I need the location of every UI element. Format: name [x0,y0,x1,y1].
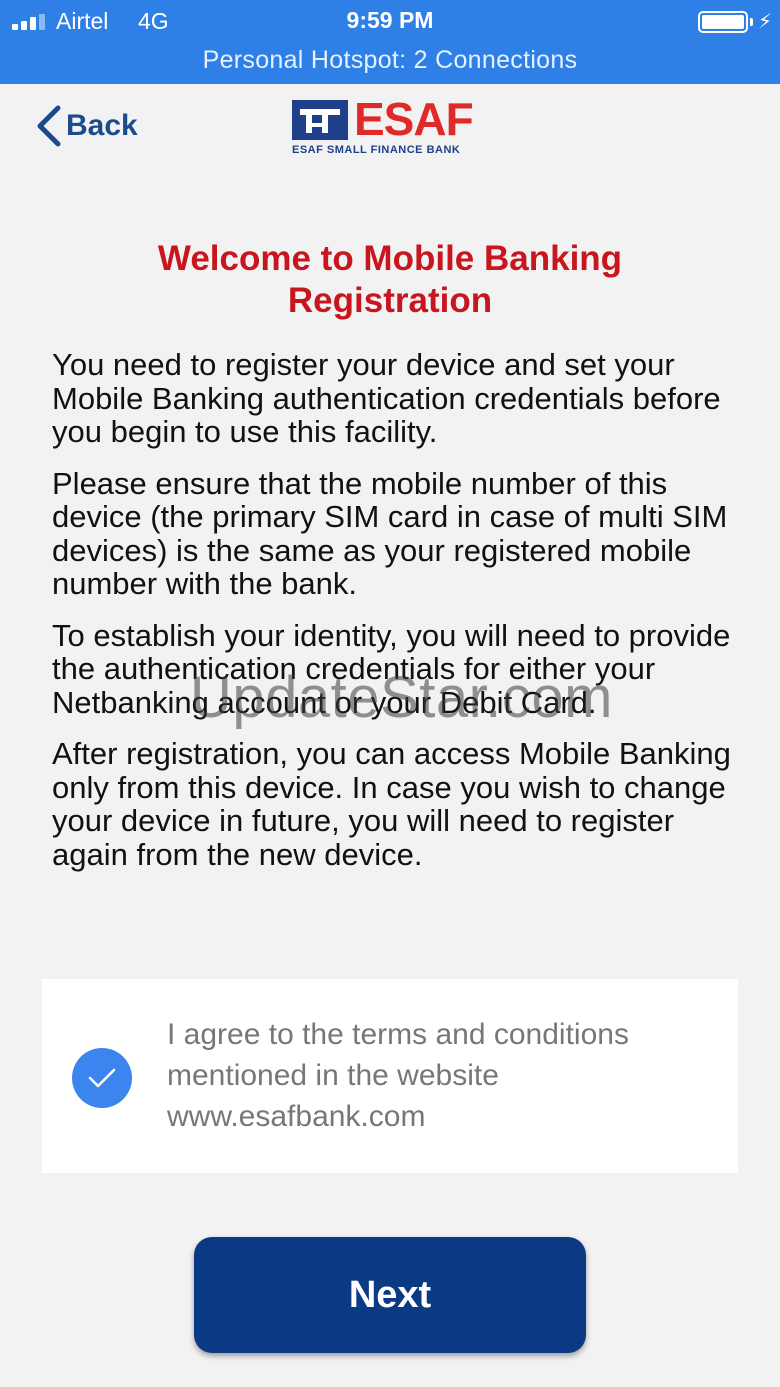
paragraph-device: After registration, you can access Mobil… [52,736,731,872]
battery-icon [698,11,748,33]
esaf-logo: ESAF ESAF SMALL FINANCE BANK [292,94,492,158]
paragraph-identity: To establish your identity, you will nee… [52,617,731,720]
chevron-left-icon [37,105,61,147]
next-button[interactable]: Next [194,1237,586,1353]
status-bar: Airtel 4G 9:59 PM ⚡ Personal Hotspot: 2 … [0,0,780,84]
status-row: Airtel 4G 9:59 PM ⚡ [0,7,780,37]
terms-checkbox[interactable] [72,1048,132,1108]
paragraph-register: You need to register your device and set… [52,347,721,449]
hotspot-banner[interactable]: Personal Hotspot: 2 Connections [0,46,780,75]
back-button[interactable]: Back [34,104,138,148]
logo-tagline: ESAF SMALL FINANCE BANK [292,144,461,156]
battery-tip [750,18,753,26]
charging-icon: ⚡ [758,11,773,33]
back-label: Back [66,109,138,142]
terms-agreement[interactable]: I agree to the terms and conditions ment… [42,979,738,1173]
esaf-logo-mark [292,100,348,140]
paragraph-mobile-number: Please ensure that the mobile number of … [52,465,728,601]
logo-wordmark: ESAF [354,93,474,145]
page-title: Welcome to Mobile Banking Registration [157,239,623,320]
clock: 9:59 PM [346,7,434,33]
checkmark-icon [88,1068,116,1088]
intro-text: You need to register your device and set… [52,348,752,889]
terms-label: I agree to the terms and conditions ment… [167,1018,629,1133]
